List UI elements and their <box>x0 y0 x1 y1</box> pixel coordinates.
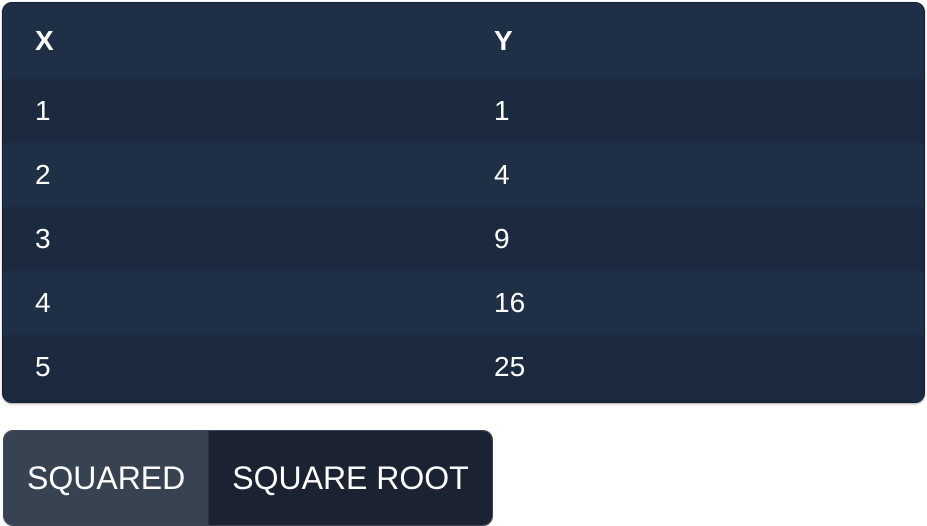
table-header-row: X Y <box>3 3 924 79</box>
cell-x: 2 <box>35 159 51 190</box>
table-row: 2 4 <box>3 143 924 207</box>
table-row: 1 1 <box>3 79 924 143</box>
cell-y: 1 <box>494 95 510 126</box>
cell-x: 5 <box>35 351 51 382</box>
cell-x: 1 <box>35 95 51 126</box>
table-row: 4 16 <box>3 271 924 335</box>
column-header-x: X <box>35 25 54 56</box>
cell-x: 4 <box>35 287 51 318</box>
cell-y: 16 <box>494 287 526 318</box>
table-row: 5 25 <box>3 335 924 399</box>
data-table-card: X Y 1 1 2 4 3 9 4 16 5 25 <box>2 2 925 403</box>
cell-y: 9 <box>494 223 510 254</box>
xy-table: X Y 1 1 2 4 3 9 4 16 5 25 <box>3 3 924 399</box>
table-row: 3 9 <box>3 207 924 271</box>
cell-y: 25 <box>494 351 526 382</box>
cell-y: 4 <box>494 159 510 190</box>
mode-toggle-group: SQUARED SQUARE ROOT <box>3 430 493 526</box>
square-root-button[interactable]: SQUARE ROOT <box>208 431 492 525</box>
column-header-y: Y <box>494 25 513 56</box>
squared-button[interactable]: SQUARED <box>4 431 209 525</box>
cell-x: 3 <box>35 223 51 254</box>
